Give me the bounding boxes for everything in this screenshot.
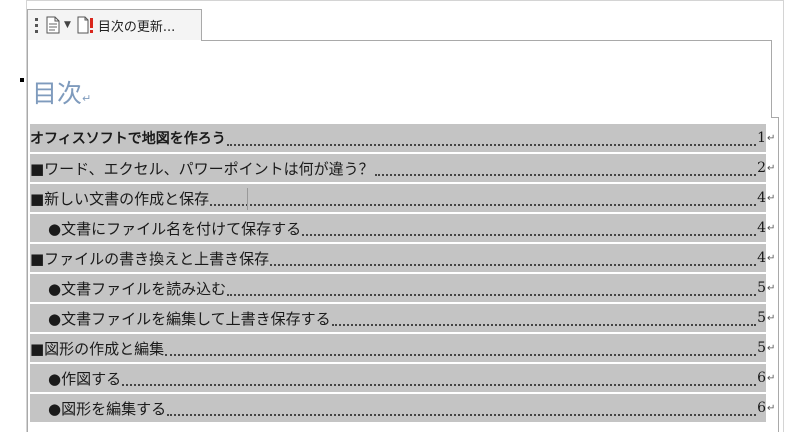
- toc-entry[interactable]: ●作図する 6 ↵: [30, 363, 777, 393]
- toc-entry[interactable]: ■新しい文書の作成と保存 4 ↵: [30, 183, 777, 213]
- toc-entry[interactable]: ●文書にファイル名を付けて保存する 4 ↵: [30, 213, 777, 243]
- paragraph-mark: ↵: [767, 252, 776, 264]
- toc-entry[interactable]: ■ファイルの書き換えと上書き保存 4 ↵: [30, 243, 777, 273]
- toc-entry-text: ●文書ファイルを編集して上書き保存する: [48, 309, 331, 328]
- toc-heading[interactable]: 目次↵: [32, 74, 91, 110]
- toc-entry-text: ■図形の作成と編集: [30, 339, 165, 358]
- update-toc-button[interactable]: 目次の更新...: [98, 16, 175, 35]
- paragraph-mark: ↵: [767, 312, 776, 324]
- grip-icon[interactable]: [32, 17, 40, 33]
- toc-page-number: 5: [757, 310, 766, 326]
- toc-entry[interactable]: ●文書ファイルを読み込む 5 ↵: [30, 273, 777, 303]
- dot-leader: [227, 293, 757, 296]
- toc-entry-text: オフィスソフトで地図を作ろう: [30, 131, 226, 147]
- dot-leader: [270, 263, 757, 266]
- toc-page-number: 5: [757, 280, 766, 296]
- toc-page-number: 1: [757, 130, 766, 146]
- toc-entry[interactable]: オフィスソフトで地図を作ろう 1 ↵: [30, 123, 777, 153]
- paragraph-mark: ↵: [767, 402, 776, 414]
- page-edge-right: [783, 0, 784, 432]
- content-control-frame: [771, 40, 772, 118]
- dot-leader: [302, 233, 757, 236]
- toc-page-number: 5: [757, 340, 766, 356]
- dot-leader: [165, 353, 757, 356]
- toc-page-number: 4: [757, 190, 766, 206]
- paragraph-marker: [20, 78, 24, 82]
- toc-entry-text: ●作図する: [48, 369, 122, 388]
- toc-heading-text: 目次: [32, 79, 83, 108]
- toc-entry[interactable]: ■ワード、エクセル、パワーポイントは何が違う？ 2 ↵: [30, 153, 777, 183]
- selection-highlight: [30, 364, 766, 392]
- dot-leader: [167, 413, 757, 416]
- toc-page-number: 2: [757, 160, 766, 176]
- toc-entry-text: ■ファイルの書き換えと上書き保存: [30, 249, 270, 268]
- content-control-frame: [27, 40, 28, 432]
- paragraph-mark: ↵: [767, 342, 776, 354]
- text-cursor: [247, 188, 248, 210]
- page-edge-top: [26, 0, 784, 1]
- toc-entry-text: ■ワード、エクセル、パワーポイントは何が違う？: [30, 159, 374, 178]
- dot-leader: [210, 203, 757, 206]
- content-control-frame: [201, 40, 772, 41]
- content-control-frame: [778, 117, 779, 432]
- caret-down-icon[interactable]: ▼: [64, 20, 71, 30]
- document-icon[interactable]: [46, 16, 60, 34]
- dot-leader: [122, 383, 757, 386]
- toc-page-number: 4: [757, 250, 766, 266]
- toc-entry[interactable]: ●文書ファイルを編集して上書き保存する 5 ↵: [30, 303, 777, 333]
- toc-page-number: 6: [757, 400, 766, 416]
- toc-page-number: 6: [757, 370, 766, 386]
- paragraph-mark: ↵: [767, 162, 776, 174]
- toc-entry[interactable]: ■図形の作成と編集 5 ↵: [30, 333, 777, 363]
- paragraph-mark: ↵: [767, 282, 776, 294]
- toc-entry-text: ●文書ファイルを読み込む: [48, 279, 227, 298]
- dot-leader: [226, 143, 757, 146]
- paragraph-mark: ↵: [767, 222, 776, 234]
- toc-entry-text: ●文書にファイル名を付けて保存する: [48, 219, 302, 238]
- toc-entry-text: ●図形を編集する: [48, 399, 167, 418]
- paragraph-mark: ↵: [767, 192, 776, 204]
- dot-leader: [331, 323, 757, 326]
- content-control-tab[interactable]: ▼ 目次の更新...: [27, 9, 202, 40]
- toc-page-number: 4: [757, 220, 766, 236]
- update-table-icon[interactable]: [77, 16, 95, 34]
- paragraph-mark: ↵: [767, 372, 776, 384]
- paragraph-mark: ↵: [767, 132, 776, 144]
- paragraph-mark: ↵: [82, 92, 92, 105]
- toc-entry-text: ■新しい文書の作成と保存: [30, 189, 210, 208]
- dot-leader: [374, 173, 757, 176]
- toc-entry[interactable]: ●図形を編集する 6 ↵: [30, 393, 777, 423]
